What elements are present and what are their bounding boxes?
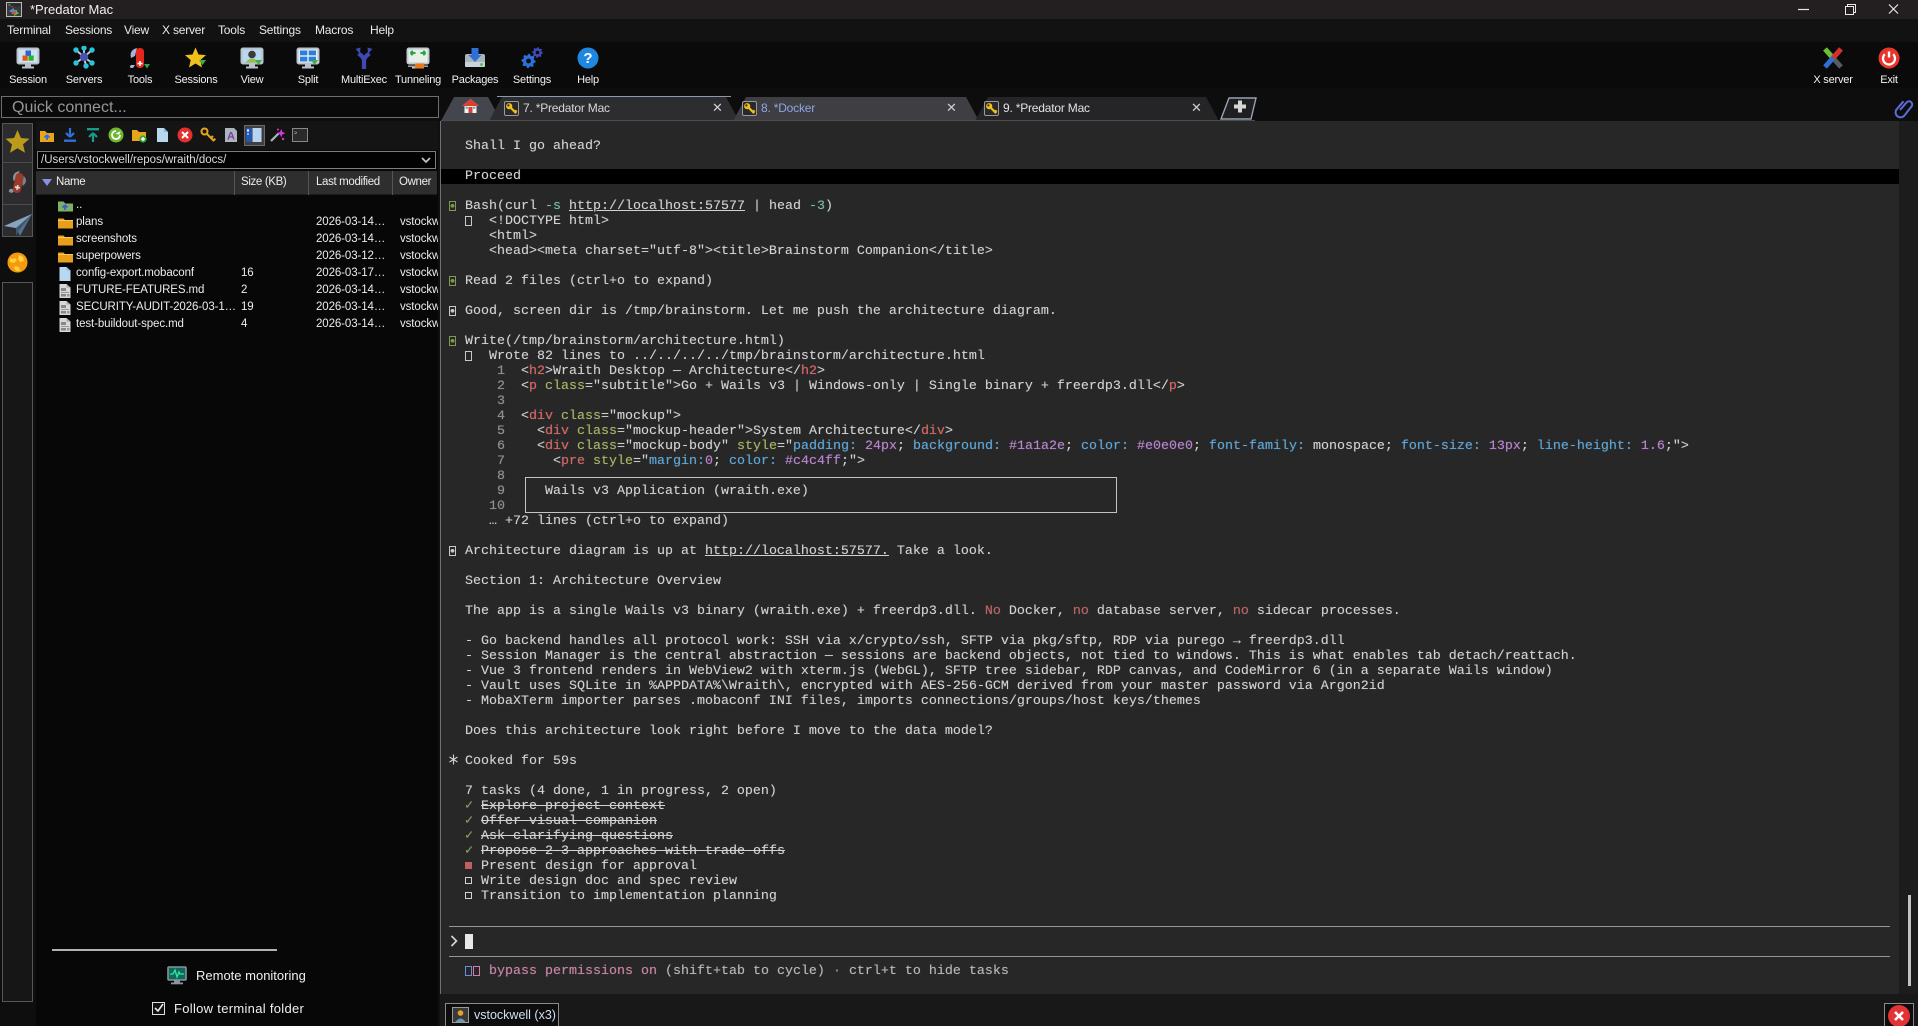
svg-text:A: A — [227, 131, 235, 143]
svg-text:>: > — [294, 130, 297, 137]
svg-text:>_: >_ — [8, 3, 14, 9]
svg-text:?: ? — [583, 50, 592, 67]
